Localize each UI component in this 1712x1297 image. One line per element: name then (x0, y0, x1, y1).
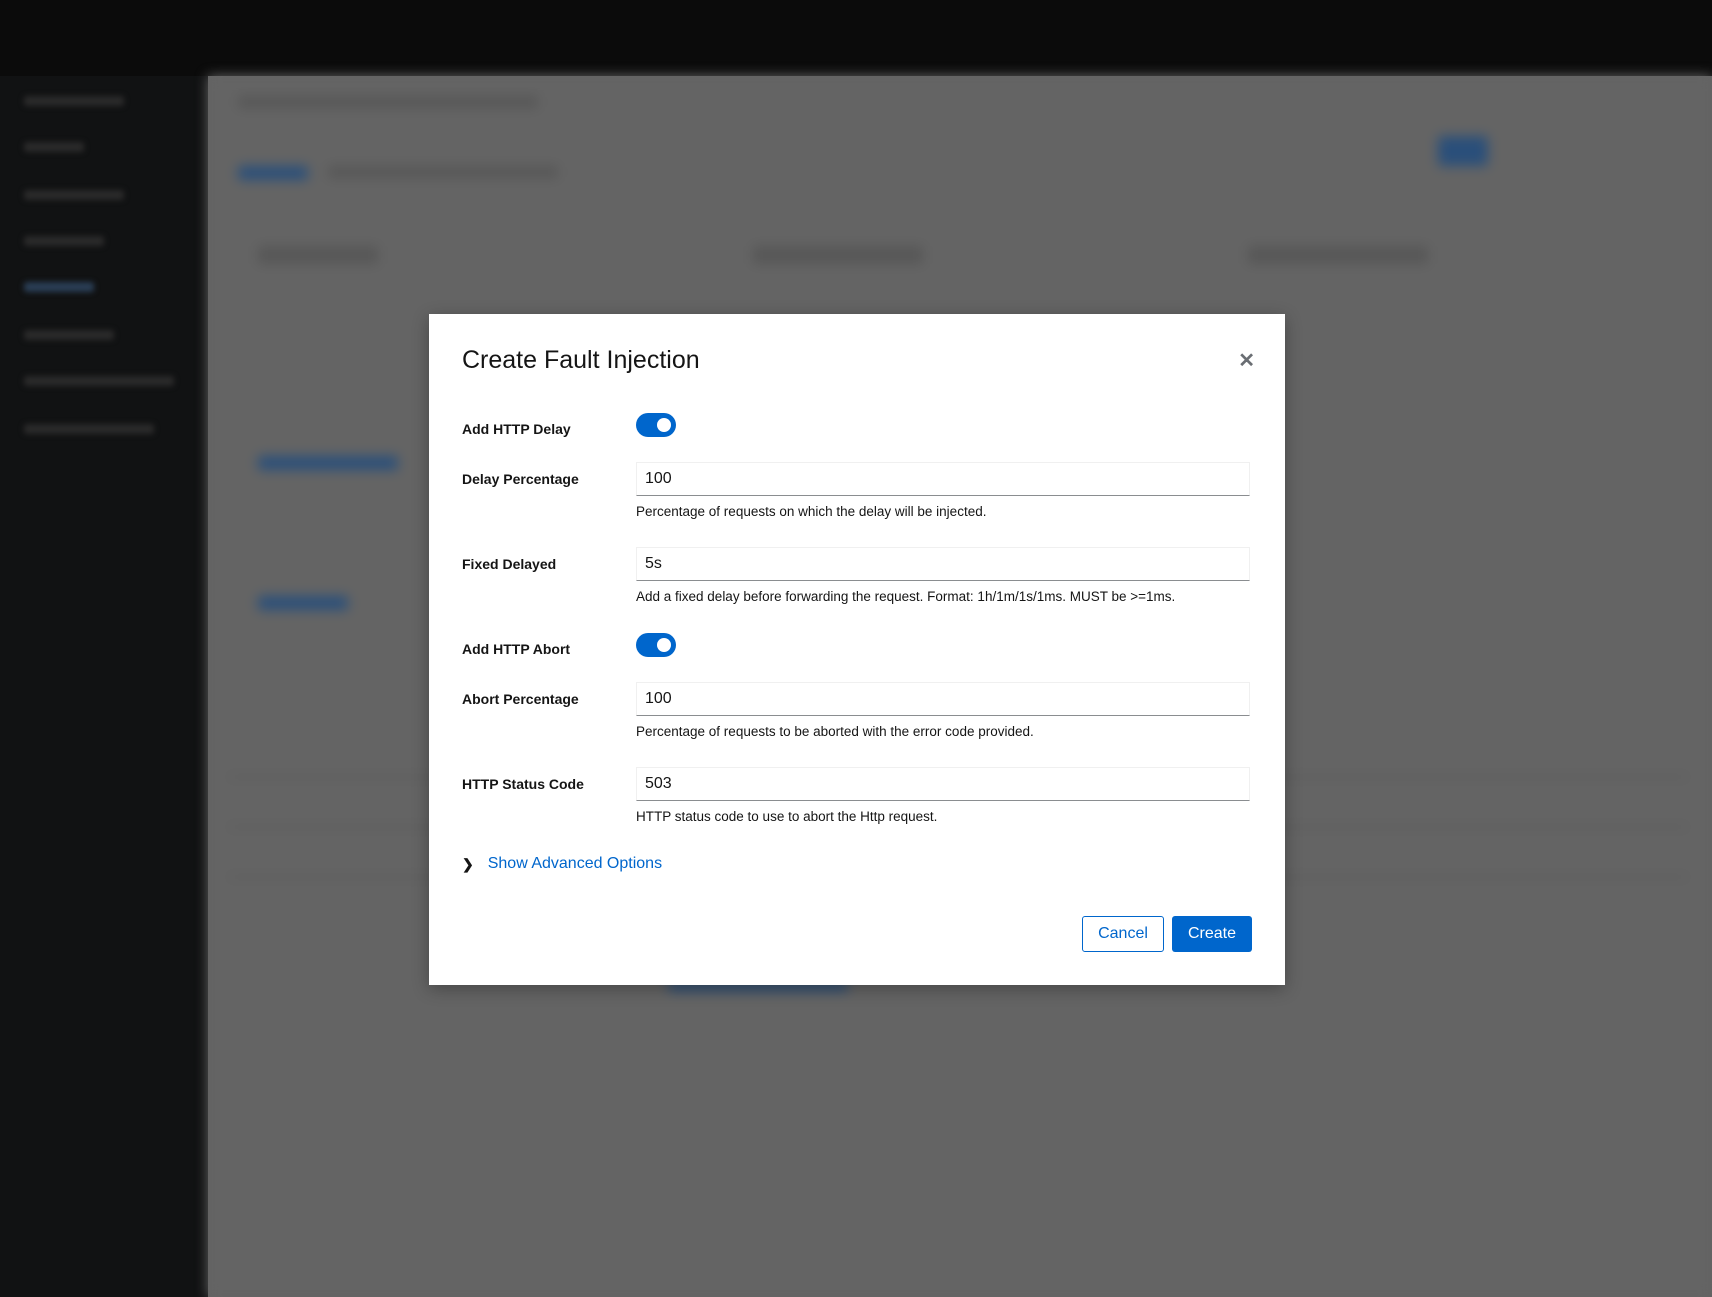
abort-percentage-help: Percentage of requests to be aborted wit… (636, 724, 1034, 739)
abort-percentage-input[interactable] (636, 682, 1250, 716)
masthead (0, 0, 1712, 76)
add-http-delay-label: Add HTTP Delay (462, 421, 571, 437)
modal-title: Create Fault Injection (462, 346, 700, 374)
sidebar-item (24, 376, 174, 386)
sidebar-item (24, 236, 104, 246)
add-http-delay-toggle[interactable] (636, 413, 676, 437)
abort-percentage-label: Abort Percentage (462, 691, 579, 707)
show-advanced-options-label: Show Advanced Options (487, 855, 663, 872)
sidebar-item (24, 282, 94, 292)
sidebar-item (24, 330, 114, 340)
show-advanced-options-toggle[interactable]: ❯ Show Advanced Options (462, 855, 662, 873)
http-status-code-input[interactable] (636, 767, 1250, 801)
sidebar-item (24, 190, 124, 200)
create-button[interactable]: Create (1172, 916, 1252, 952)
add-http-abort-toggle[interactable] (636, 633, 676, 657)
http-status-code-label: HTTP Status Code (462, 776, 584, 792)
cancel-button[interactable]: Cancel (1082, 916, 1164, 952)
delay-percentage-label: Delay Percentage (462, 471, 579, 487)
sidebar-item (24, 142, 84, 152)
sidebar (0, 76, 208, 1297)
http-status-code-help: HTTP status code to use to abort the Htt… (636, 809, 938, 824)
fixed-delayed-input[interactable] (636, 547, 1250, 581)
delay-percentage-input[interactable] (636, 462, 1250, 496)
chevron-right-icon: ❯ (462, 855, 474, 872)
sidebar-item (24, 96, 124, 106)
fixed-delayed-label: Fixed Delayed (462, 556, 557, 572)
fixed-delayed-help: Add a fixed delay before forwarding the … (636, 589, 1176, 604)
add-http-abort-label: Add HTTP Abort (462, 641, 571, 657)
sidebar-item (24, 424, 154, 434)
create-fault-injection-modal: Create Fault Injection ✕ Add HTTP Delay … (429, 314, 1285, 985)
close-icon[interactable]: ✕ (1238, 348, 1255, 373)
delay-percentage-help: Percentage of requests on which the dela… (636, 504, 987, 519)
